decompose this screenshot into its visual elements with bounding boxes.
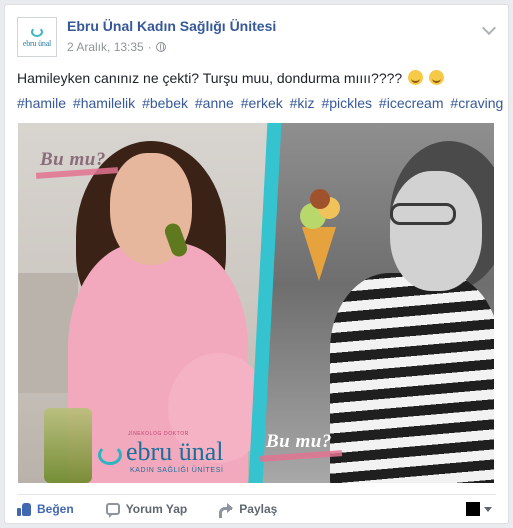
like-label: Beğen xyxy=(37,502,74,516)
thumbs-up-icon xyxy=(17,502,31,516)
comment-bubble-icon xyxy=(105,503,120,518)
post-options-chevron-down-icon[interactable] xyxy=(481,20,497,36)
woman-right-face-shape xyxy=(390,171,482,291)
pickle-jar-shape xyxy=(44,408,92,483)
overlay-caption-right: Bu mu? xyxy=(266,431,332,452)
post-message-text: Hamileyken canınız ne çekti? Turşu muu, … xyxy=(17,70,403,86)
avatar-wordmark: ebru ünal xyxy=(22,38,52,48)
hashtag-link[interactable]: #kiz xyxy=(290,95,315,111)
woman-right-striped-shirt-shape xyxy=(330,273,494,483)
page-name-link[interactable]: Ebru Ünal Kadın Sağlığı Ünitesi xyxy=(67,18,276,34)
timestamp-link[interactable]: 2 Aralık, 13:35 xyxy=(67,40,144,54)
hashtag-link[interactable]: #erkek xyxy=(241,95,283,111)
hashtag-link[interactable]: #craving xyxy=(450,95,503,111)
hashtag-list: #hamile #hamilelik #bebek #anne #erkek #… xyxy=(17,95,503,111)
hashtag-link[interactable]: #hamilelik xyxy=(73,95,135,111)
logo-swirl-icon xyxy=(31,26,43,37)
overlay-caption-left: Bu mu? xyxy=(40,149,106,170)
comment-button[interactable]: Yorum Yap xyxy=(105,502,188,518)
meta-separator: · xyxy=(147,40,152,54)
audience-selector[interactable] xyxy=(466,502,492,516)
avatar[interactable]: ebru ünal xyxy=(17,17,57,57)
like-button[interactable]: Beğen xyxy=(17,502,74,516)
profile-thumbnail-icon xyxy=(466,502,480,516)
share-arrow-icon xyxy=(219,503,234,518)
icecream-cone-shape xyxy=(302,227,336,281)
post-card: ebru ünal Ebru Ünal Kadın Sağlığı Ünites… xyxy=(4,4,509,524)
hashtag-link[interactable]: #hamile xyxy=(17,95,66,111)
hashtag-link[interactable]: #icecream xyxy=(379,95,444,111)
share-button[interactable]: Paylaş xyxy=(219,502,278,518)
smiling-face-emoji-icon xyxy=(408,70,424,85)
brand-swirl-icon xyxy=(98,445,122,465)
brand-logo: JİNEKOLOG DOKTOR ebru ünal KADIN SAĞLIĞI… xyxy=(98,431,248,477)
hashtag-link[interactable]: #anne xyxy=(195,95,234,111)
sunglasses-shape xyxy=(390,203,456,225)
post-actions-bar: Beğen Yorum Yap Paylaş xyxy=(17,497,496,521)
share-label: Paylaş xyxy=(239,502,278,516)
globe-icon[interactable] xyxy=(155,42,166,52)
post-header: ebru ünal Ebru Ünal Kadın Sağlığı Ünites… xyxy=(17,17,497,61)
hashtag-link[interactable]: #pickles xyxy=(321,95,372,111)
brand-sub-text: KADIN SAĞLIĞI ÜNİTESİ xyxy=(130,467,224,474)
actions-divider xyxy=(17,494,496,495)
brand-wordmark: ebru ünal xyxy=(126,437,224,466)
winking-face-emoji-icon xyxy=(428,70,444,85)
post-message: Hamileyken canınız ne çekti? Turşu muu, … xyxy=(17,69,496,88)
hashtag-link[interactable]: #bebek xyxy=(142,95,188,111)
post-meta: 2 Aralık, 13:35 · xyxy=(67,40,166,54)
post-photo[interactable]: Bu mu? Bu mu? JİNEKOLOG DOKTOR ebru ünal… xyxy=(18,123,494,483)
icecream-scoop-shape xyxy=(310,189,330,209)
comment-label: Yorum Yap xyxy=(125,502,188,516)
caret-down-icon xyxy=(484,506,492,512)
